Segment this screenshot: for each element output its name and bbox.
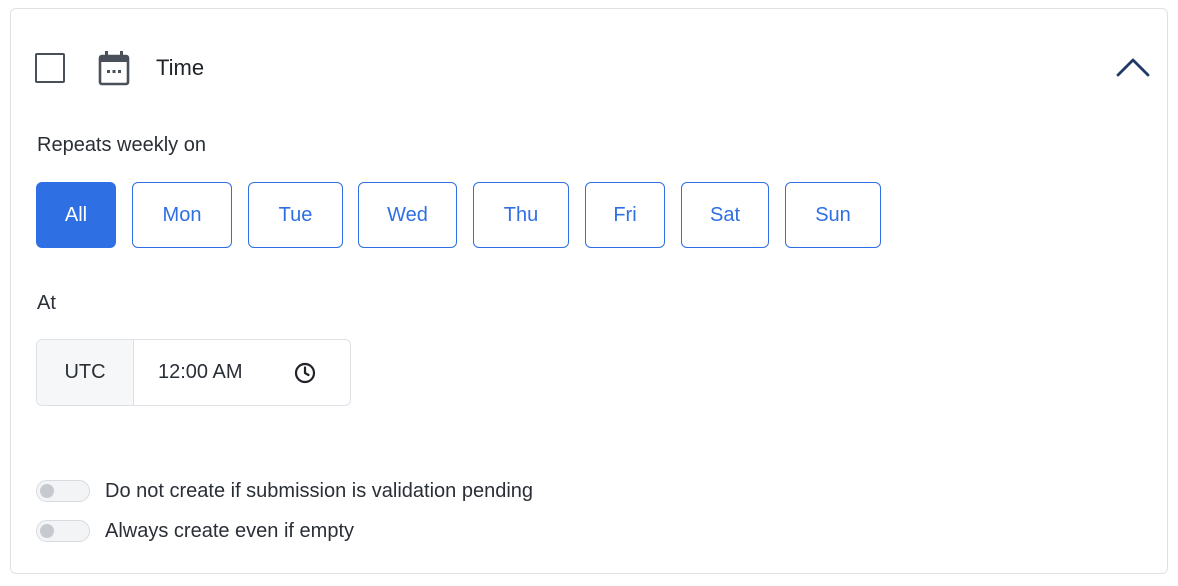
clock-icon[interactable] xyxy=(293,361,317,385)
day-button-all[interactable]: All xyxy=(36,182,116,248)
timezone-label: UTC xyxy=(37,340,134,405)
repeats-label: Repeats weekly on xyxy=(37,134,206,156)
day-button-mon[interactable]: Mon xyxy=(132,182,232,248)
day-button-fri[interactable]: Fri xyxy=(585,182,665,248)
toggle-knob xyxy=(40,484,54,498)
calendar-icon xyxy=(98,51,130,86)
time-picker[interactable]: UTC 12:00 AM xyxy=(36,339,351,406)
time-value[interactable]: 12:00 AM xyxy=(158,340,243,405)
section-title: Time xyxy=(156,55,205,80)
toggle-label-always-create: Always create even if empty xyxy=(105,520,354,542)
day-button-tue[interactable]: Tue xyxy=(248,182,343,248)
toggle-label-validation-pending: Do not create if submission is validatio… xyxy=(105,480,534,502)
toggle-validation-pending[interactable] xyxy=(36,480,90,502)
time-settings-card: Time Repeats weekly on All Mon Tue Wed T… xyxy=(10,8,1168,574)
chevron-up-icon[interactable] xyxy=(1115,55,1151,79)
time-checkbox[interactable] xyxy=(35,53,65,83)
day-button-sun[interactable]: Sun xyxy=(785,182,881,248)
day-button-wed[interactable]: Wed xyxy=(358,182,457,248)
at-label: At xyxy=(37,292,56,314)
toggle-knob xyxy=(40,524,54,538)
day-button-thu[interactable]: Thu xyxy=(473,182,569,248)
day-button-sat[interactable]: Sat xyxy=(681,182,769,248)
toggle-always-create[interactable] xyxy=(36,520,90,542)
